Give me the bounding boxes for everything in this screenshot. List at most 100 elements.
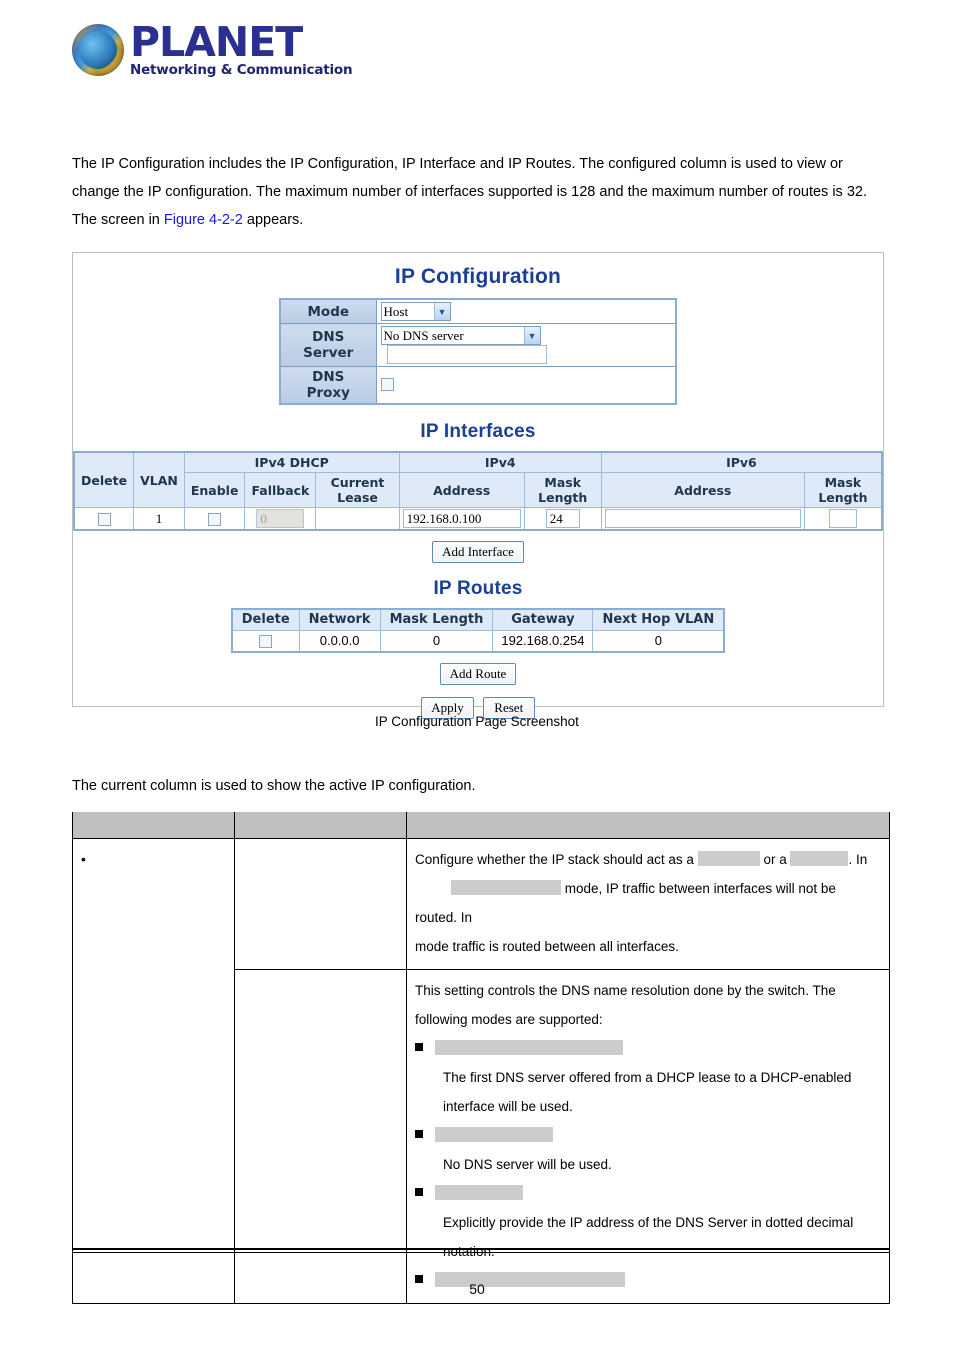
dns-server-row: DNS Server No DNS server ▼ <box>279 323 677 367</box>
route-delete-checkbox[interactable] <box>259 635 273 649</box>
desc-object-bullet-cell: • <box>72 837 235 1304</box>
intro-line-3-suffix: appears. <box>242 212 304 228</box>
interface-dhcp-enable-cell <box>183 507 246 531</box>
dns-server-label: DNS Server <box>279 323 377 367</box>
page-number: 50 <box>469 1281 485 1297</box>
dns-server-address-input[interactable] <box>386 345 547 364</box>
interface-ipv4-address-input[interactable] <box>402 509 521 528</box>
object-description-table: • Configure whether the IP stack should … <box>72 812 890 1304</box>
header-delete: Delete <box>73 451 135 508</box>
intro-line-1: The IP Configuration includes the IP Con… <box>72 156 843 172</box>
dns-proxy-label: DNS Proxy <box>279 366 377 405</box>
desc-dns-line2: following modes are supported: <box>415 1011 603 1027</box>
desc-object-name-cell-mode <box>234 837 407 970</box>
brand-text: PLANET Networking & Communication <box>130 18 353 78</box>
desc-header-object-2 <box>234 812 407 839</box>
interface-ipv4-mask-cell <box>523 507 602 531</box>
intro-line-2: change the IP configuration. The maximum… <box>72 184 867 200</box>
header-vlan: VLAN <box>133 451 185 508</box>
header-ipv4-dhcp: IPv4 DHCP <box>183 451 400 473</box>
desc-dns-sub-1a: The first DNS server offered from a DHCP… <box>443 1069 852 1085</box>
square-bullet-icon <box>415 1042 423 1051</box>
interface-ipv4-mask-input[interactable] <box>545 509 580 528</box>
desc-mode-line1-post: . In <box>848 851 868 867</box>
interface-fallback-input <box>256 509 305 528</box>
redacted-dns-mode-2 <box>435 1126 553 1142</box>
header-ipv4-mask-length: Mask Length <box>523 472 602 508</box>
desc-mode-line3: mode traffic is routed between all inter… <box>415 938 679 954</box>
intro-line-3-prefix: The screen in <box>72 212 164 228</box>
ip-interfaces-heading: IP Interfaces <box>420 421 536 442</box>
header-route-next-hop-vlan: Next Hop VLAN <box>592 608 725 631</box>
header-route-mask-length: Mask Length <box>379 608 494 631</box>
desc-dns-sub-1b: interface will be used. <box>443 1098 573 1114</box>
interface-ipv6-mask-cell <box>803 507 883 531</box>
header-ipv6-address: Address <box>600 472 805 508</box>
redacted-dns-mode-1 <box>435 1039 623 1055</box>
mode-select[interactable]: Host <box>380 302 451 321</box>
brand-logo: PLANET Networking & Communication <box>72 20 392 82</box>
ip-routes-heading: IP Routes <box>433 578 523 599</box>
bullet-icon: • <box>81 850 86 867</box>
dns-proxy-value-cell <box>375 366 677 405</box>
header-route-network: Network <box>298 608 381 631</box>
brand-tagline: Networking & Communication <box>130 62 353 78</box>
ip-routes-table: Delete Network Mask Length Gateway Next … <box>230 608 726 653</box>
desc-header-description <box>406 812 890 839</box>
mode-value-cell: Host ▼ <box>375 298 677 324</box>
square-bullet-icon <box>415 1129 423 1138</box>
dns-server-select[interactable]: No DNS server <box>380 326 541 345</box>
ip-configuration-table: Mode Host ▼ DNS Server No DNS server ▼ D… <box>279 298 677 405</box>
desc-header-object <box>72 812 235 839</box>
header-dhcp-current-lease: Current Lease <box>315 472 400 508</box>
header-dhcp-fallback: Fallback <box>244 472 317 508</box>
desc-header-row <box>72 812 890 839</box>
redacted-term-host <box>697 850 760 866</box>
table-row: 1 <box>73 507 883 531</box>
header-ipv4-address: Address <box>398 472 525 508</box>
planet-globe-logo-icon <box>72 24 124 76</box>
interface-vlan-value: 1 <box>133 507 185 531</box>
desc-dns-sub-3a: Explicitly provide the IP address of the… <box>443 1214 854 1230</box>
desc-mode-line1-mid: or a <box>763 851 787 867</box>
dns-server-select-wrapper[interactable]: No DNS server ▼ <box>380 326 541 345</box>
interface-delete-cell <box>73 507 135 531</box>
table-row: • Configure whether the IP stack should … <box>72 837 890 1304</box>
brand-name: PLANET <box>130 18 303 66</box>
dns-server-value-cell: No DNS server ▼ <box>375 323 677 367</box>
ip-configuration-screenshot: IP Configuration Mode Host ▼ DNS Server <box>72 252 884 719</box>
route-gateway-value: 192.168.0.254 <box>492 629 594 653</box>
interface-fallback-cell <box>244 507 317 531</box>
redacted-term-host-2 <box>451 879 561 895</box>
desc-description-cell-mode: Configure whether the IP stack should ac… <box>406 837 890 970</box>
add-route-button[interactable]: Add Route <box>439 663 517 685</box>
current-column-note: The current column is used to show the a… <box>72 778 476 794</box>
mode-label: Mode <box>279 298 377 324</box>
header-route-gateway: Gateway <box>492 608 594 631</box>
interface-ipv6-address-cell <box>600 507 805 531</box>
desc-table-bottom-rule-2 <box>72 1252 890 1253</box>
add-interface-button[interactable]: Add Interface <box>432 541 524 563</box>
desc-table-bottom-rule-1 <box>72 1248 890 1250</box>
ip-configuration-heading: IP Configuration <box>394 265 562 288</box>
ip-interfaces-group-header-row: Delete VLAN IPv4 DHCP IPv4 IPv6 <box>73 451 883 508</box>
dns-proxy-row: DNS Proxy <box>279 366 677 405</box>
figure-caption: IP Configuration Page Screenshot <box>375 714 579 729</box>
ip-interfaces-table: Delete VLAN IPv4 DHCP IPv4 IPv6 Enable F… <box>73 451 883 531</box>
table-row: 0.0.0.0 0 192.168.0.254 0 <box>231 629 725 653</box>
square-bullet-icon <box>415 1187 423 1196</box>
mode-select-wrapper[interactable]: Host ▼ <box>380 302 451 321</box>
header-ipv6-mask-length: Mask Length <box>803 472 883 508</box>
interface-ipv6-address-input[interactable] <box>604 509 801 528</box>
interface-delete-checkbox[interactable] <box>97 513 111 527</box>
dns-proxy-checkbox[interactable] <box>380 378 394 392</box>
figure-reference-link[interactable]: Figure 4-2-2 <box>164 212 243 228</box>
desc-dns-sub-3b: notation. <box>443 1243 495 1259</box>
route-mask-length-value: 0 <box>379 629 494 653</box>
route-delete-cell <box>231 629 300 653</box>
header-route-delete: Delete <box>231 608 300 631</box>
route-next-hop-vlan-value: 0 <box>592 629 725 653</box>
interface-ipv6-mask-input[interactable] <box>828 509 857 528</box>
redacted-term-router <box>790 850 849 866</box>
interface-dhcp-enable-checkbox[interactable] <box>208 513 222 527</box>
